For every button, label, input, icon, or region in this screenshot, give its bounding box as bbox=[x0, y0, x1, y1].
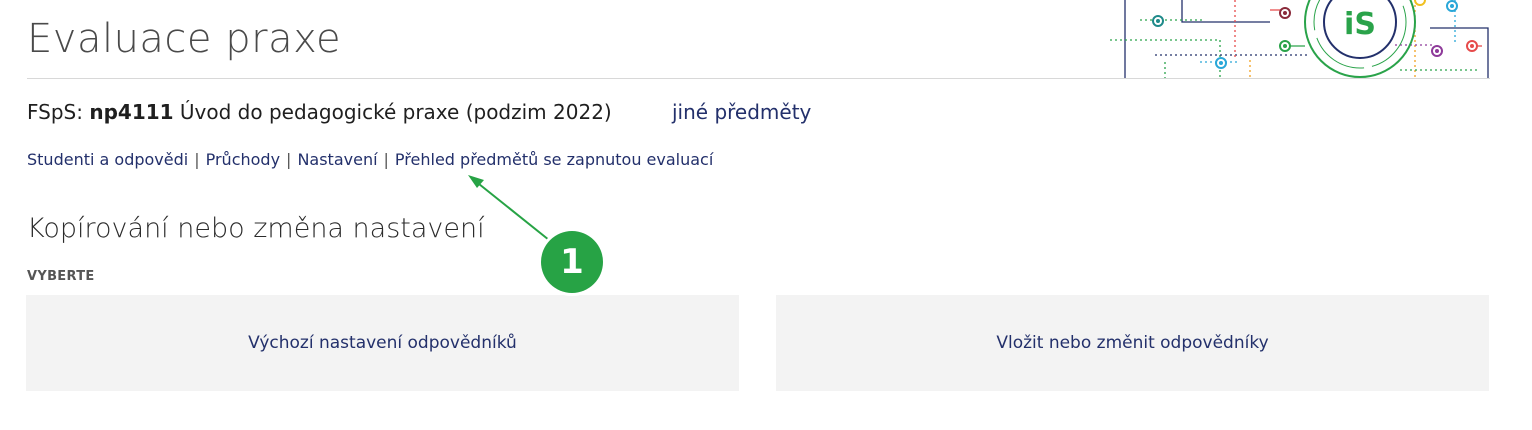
nav-link-students-answers[interactable]: Studenti a odpovědi bbox=[27, 150, 188, 169]
course-navigation: Studenti a odpovědi | Průchody | Nastavení | P… bbox=[27, 150, 713, 169]
default-answer-settings-button[interactable]: Výchozí nastavení odpovědníků bbox=[26, 295, 739, 391]
nav-link-passes[interactable]: Průchody bbox=[206, 150, 280, 169]
annotation-badge: 1 bbox=[541, 231, 603, 293]
course-title: FSpS: np4111 Úvod do pedagogické praxe (… bbox=[27, 100, 612, 124]
nav-separator: | bbox=[286, 150, 292, 169]
course-faculty: FSpS: bbox=[27, 100, 83, 124]
circuit-lines-decoration bbox=[1110, 0, 1489, 78]
course-name: Úvod do pedagogické praxe (podzim 2022) bbox=[179, 100, 612, 124]
other-subjects-link[interactable]: jiné předměty bbox=[672, 100, 811, 124]
header-divider bbox=[27, 78, 1490, 79]
course-code: np4111 bbox=[89, 100, 174, 124]
page-title: Evaluace praxe bbox=[27, 16, 342, 62]
choice-label: Výchozí nastavení odpovědníků bbox=[248, 333, 517, 353]
section-heading: Kopírování nebo změna nastavení bbox=[27, 213, 485, 244]
is-logo[interactable]: iS bbox=[1110, 0, 1490, 80]
choice-label: Vložit nebo změnit odpovědníky bbox=[996, 333, 1269, 353]
nav-separator: | bbox=[194, 150, 200, 169]
nav-link-evaluated-subjects-overview[interactable]: Přehled předmětů se zapnutou evaluací bbox=[395, 150, 713, 169]
logo-text: iS bbox=[1344, 7, 1376, 42]
nav-link-settings[interactable]: Nastavení bbox=[297, 150, 377, 169]
select-label: VYBERTE bbox=[27, 269, 95, 284]
insert-or-change-answers-button[interactable]: Vložit nebo změnit odpovědníky bbox=[776, 295, 1489, 391]
nav-separator: | bbox=[383, 150, 389, 169]
